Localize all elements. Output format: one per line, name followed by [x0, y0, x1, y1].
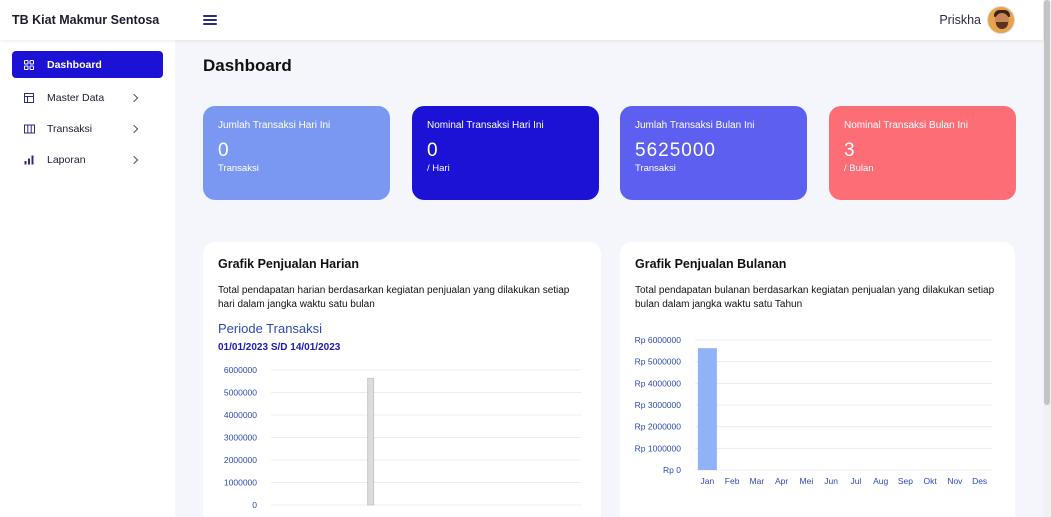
menu-toggle-icon[interactable]	[203, 15, 217, 25]
daily-chart-title: Grafik Penjualan Harian	[218, 257, 360, 271]
table-icon	[24, 92, 34, 103]
y-tick-label: 2000000	[224, 455, 257, 465]
card-unit: / Bulan	[844, 163, 874, 174]
sidebar-item-label: Laporan	[47, 153, 86, 166]
card-value: 0	[427, 140, 439, 161]
page-scrollbar[interactable]	[1043, 0, 1051, 517]
sidebar-item-dashboard[interactable]: Dashboard	[12, 51, 163, 78]
chevron-right-icon	[129, 124, 139, 133]
stat-card-jumlah-transaksi-bulan[interactable]: Jumlah Transaksi Bulan Ini 5625000 Trans…	[620, 106, 807, 200]
card-value: 5625000	[635, 140, 716, 161]
grid-icon	[24, 59, 34, 70]
chart-bar[interactable]	[697, 348, 717, 470]
y-tick-label: 3000000	[224, 433, 257, 443]
y-tick-label: Rp 2000000	[635, 422, 682, 432]
sidebar-item-transaksi[interactable]: Transaksi	[12, 113, 163, 144]
columns-icon	[24, 124, 35, 134]
sidebar-item-label: Dashboard	[47, 58, 102, 71]
x-tick-label: Okt	[924, 476, 938, 486]
main-content: Dashboard Jumlah Transaksi Hari Ini 0 Tr…	[175, 40, 1043, 517]
y-tick-label: Rp 3000000	[635, 400, 682, 410]
monthly-sales-chart: Rp 0 Rp 1000000 Rp 2000000 Rp 3000000 Rp 400…	[635, 335, 992, 486]
x-tick-label: Jun	[824, 476, 838, 486]
card-label: Nominal Transaksi Bulan Ini	[844, 120, 968, 131]
monthly-chart-description: Total pendapatan bulanan berdasarkan keg…	[635, 285, 995, 310]
x-tick-label: Nov	[947, 476, 963, 486]
brand-name[interactable]: TB Kiat Makmur Sentosa	[0, 13, 175, 27]
y-tick-label: 0	[252, 500, 257, 510]
y-tick-label: Rp 5000000	[635, 357, 682, 367]
x-tick-label: Jul	[850, 476, 861, 486]
y-tick-label: Rp 0	[663, 465, 681, 475]
card-unit: Transaksi	[635, 163, 676, 174]
card-unit: / Hari	[427, 163, 450, 174]
y-tick-label: 1000000	[224, 478, 257, 488]
y-tick-label: 6000000	[224, 365, 257, 375]
user-name: Priskha	[939, 13, 981, 27]
chevron-right-icon	[129, 155, 139, 164]
monthly-chart-title: Grafik Penjualan Bulanan	[635, 257, 787, 271]
stat-card-nominal-transaksi-bulan[interactable]: Nominal Transaksi Bulan Ini 3 / Bulan	[829, 106, 1016, 200]
x-tick-label: Jan	[701, 476, 715, 486]
period-label: Periode Transaksi	[218, 321, 323, 336]
x-tick-label: Apr	[775, 476, 788, 486]
x-tick-label: Aug	[873, 476, 888, 486]
monthly-sales-panel: Grafik Penjualan Bulanan Total pendapata…	[620, 242, 1015, 517]
sidebar-item-label: Master Data	[47, 91, 105, 104]
daily-sales-chart: 0 1000000 2000000 3000000 4000000 5000000 6000…	[224, 365, 581, 510]
x-tick-label: Sep	[898, 476, 913, 486]
daily-chart-description: Total pendapatan harian berdasarkan kegi…	[218, 285, 570, 310]
chevron-right-icon	[129, 93, 139, 102]
card-label: Jumlah Transaksi Hari Ini	[218, 120, 331, 131]
stat-card-nominal-transaksi-hari[interactable]: Nominal Transaksi Hari Ini 0 / Hari	[412, 106, 599, 200]
bar-chart-icon	[24, 155, 34, 165]
card-unit: Transaksi	[218, 163, 259, 174]
sidebar-item-master-data[interactable]: Master Data	[12, 82, 163, 113]
card-label: Jumlah Transaksi Bulan Ini	[635, 120, 755, 131]
card-value: 0	[218, 140, 230, 161]
y-tick-label: 5000000	[224, 388, 257, 398]
page-title: Dashboard	[203, 56, 292, 75]
card-value: 3	[844, 140, 856, 161]
scrollbar-thumb[interactable]	[1044, 0, 1050, 405]
sidebar: Dashboard Master Data Transaksi Laporan	[0, 40, 175, 517]
x-tick-label: Mei	[800, 476, 814, 486]
stat-card-jumlah-transaksi-hari[interactable]: Jumlah Transaksi Hari Ini 0 Transaksi	[203, 106, 390, 200]
y-tick-label: Rp 6000000	[635, 335, 682, 345]
sidebar-item-label: Transaksi	[47, 122, 93, 135]
period-range: 01/01/2023 S/D 14/01/2023	[218, 342, 341, 353]
y-tick-label: Rp 1000000	[635, 443, 682, 453]
user-menu[interactable]: Priskha	[939, 6, 1015, 34]
top-navbar: TB Kiat Makmur Sentosa Priskha	[0, 0, 1043, 40]
chart-bar[interactable]	[367, 377, 375, 506]
y-tick-label: 4000000	[224, 410, 257, 420]
card-label: Nominal Transaksi Hari Ini	[427, 120, 544, 131]
avatar	[987, 6, 1015, 34]
x-tick-label: Mar	[750, 476, 765, 486]
sidebar-item-laporan[interactable]: Laporan	[12, 144, 163, 175]
x-tick-label: Feb	[725, 476, 740, 486]
x-tick-label: Des	[972, 476, 987, 486]
y-tick-label: Rp 4000000	[635, 378, 682, 388]
daily-sales-panel: Grafik Penjualan Harian Total pendapatan…	[203, 242, 601, 517]
